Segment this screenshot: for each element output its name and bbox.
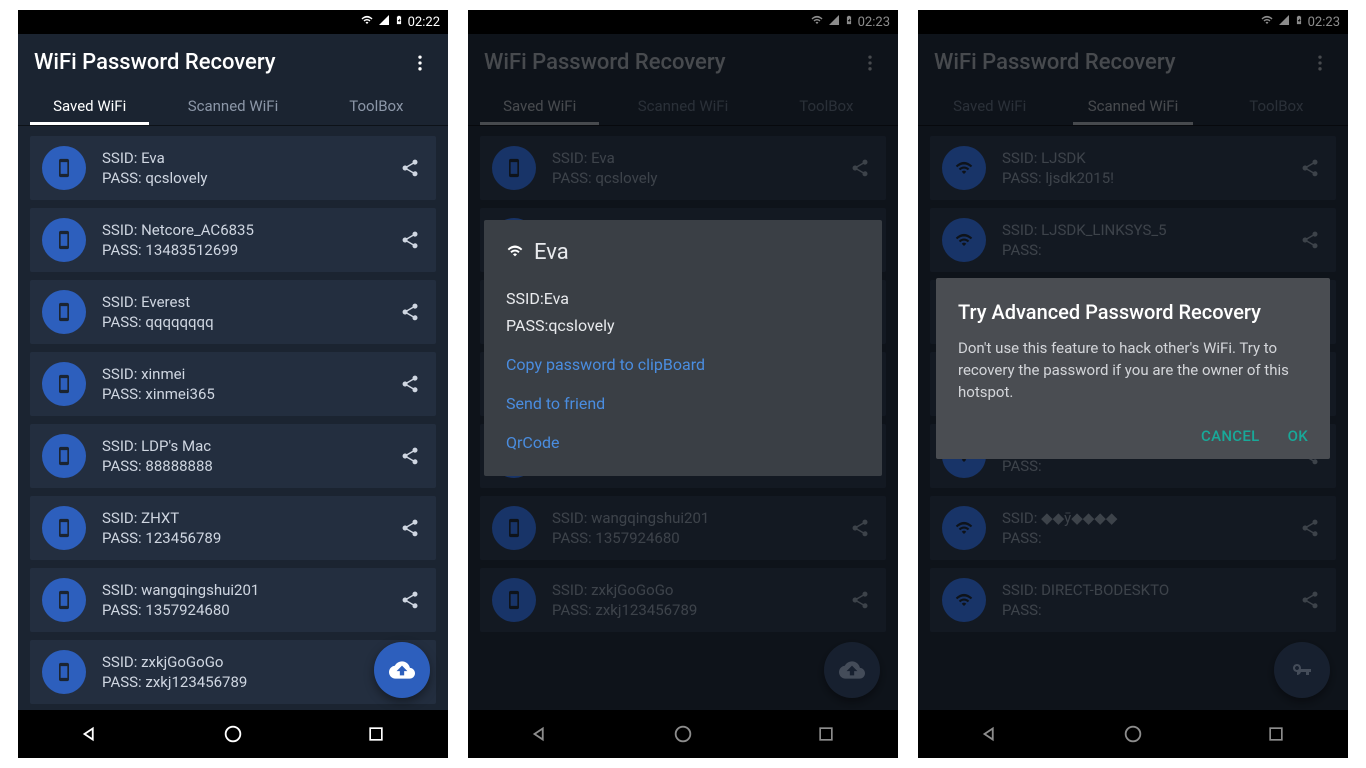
wifi-row-text: SSID: Eva PASS: qcslovely <box>102 149 380 187</box>
nav-home-button[interactable] <box>213 714 253 754</box>
share-button[interactable] <box>396 514 424 542</box>
overflow-menu-button[interactable] <box>408 51 432 75</box>
ssid-label: SSID: LDP's Mac <box>102 437 380 455</box>
nav-bar <box>18 710 448 758</box>
pass-label: PASS: zxkj123456789 <box>102 673 380 691</box>
phone-icon <box>42 362 86 406</box>
nav-recents-button[interactable] <box>356 714 396 754</box>
wifi-row[interactable]: SSID: wangqingshui201 PASS: 1357924680 <box>30 568 436 632</box>
wifi-list[interactable]: SSID: Eva PASS: qcslovely SSID: Netcore_AC… <box>18 126 448 710</box>
action-send-friend[interactable]: Send to friend <box>506 394 860 413</box>
sheet-ssid: SSID:Eva <box>506 289 860 308</box>
pass-label: PASS: 13483512699 <box>102 241 380 259</box>
wifi-row-text: SSID: ZHXT PASS: 123456789 <box>102 509 380 547</box>
wifi-row-text: SSID: Everest PASS: qqqqqqqq <box>102 293 380 331</box>
app-title: WiFi Password Recovery <box>34 50 276 75</box>
status-bar: 02:22 <box>18 10 448 34</box>
phone-icon <box>42 146 86 190</box>
wifi-row-text: SSID: LDP's Mac PASS: 88888888 <box>102 437 380 475</box>
dialog-body: Don't use this feature to hack other's W… <box>958 338 1308 403</box>
battery-charging-icon <box>394 13 404 31</box>
wifi-row[interactable]: SSID: Everest PASS: qqqqqqqq <box>30 280 436 344</box>
wifi-icon <box>506 240 524 265</box>
screen-scanned-dialog: 02:23 WiFi Password Recovery Saved WiFi … <box>918 10 1348 758</box>
wifi-row[interactable]: SSID: Eva PASS: qcslovely <box>30 136 436 200</box>
dialog-cancel-button[interactable]: CANCEL <box>1201 427 1260 445</box>
ssid-label: SSID: Everest <box>102 293 380 311</box>
phone-icon <box>42 650 86 694</box>
ssid-label: SSID: zxkjGoGoGo <box>102 653 380 671</box>
phone-icon <box>42 578 86 622</box>
pass-label: PASS: xinmei365 <box>102 385 380 403</box>
ssid-label: SSID: wangqingshui201 <box>102 581 380 599</box>
status-time: 02:22 <box>408 15 440 30</box>
nav-back-button[interactable] <box>70 714 110 754</box>
pass-label: PASS: qcslovely <box>102 169 380 187</box>
phone-icon <box>42 506 86 550</box>
share-button[interactable] <box>396 154 424 182</box>
wifi-detail-sheet: Eva SSID:Eva PASS:qcslovely Copy passwor… <box>484 220 882 476</box>
pass-label: PASS: 123456789 <box>102 529 380 547</box>
screen-share-sheet: 02:23 WiFi Password Recovery Saved WiFi … <box>468 10 898 758</box>
phone-icon <box>42 218 86 262</box>
pass-label: PASS: qqqqqqqq <box>102 313 380 331</box>
ssid-label: SSID: Netcore_AC6835 <box>102 221 380 239</box>
phone-icon <box>42 434 86 478</box>
ssid-label: SSID: xinmei <box>102 365 380 383</box>
dialog-ok-button[interactable]: OK <box>1288 427 1308 445</box>
sheet-title: Eva <box>506 240 860 265</box>
tab-bar: Saved WiFi Scanned WiFi ToolBox <box>18 85 448 126</box>
pass-label: PASS: 88888888 <box>102 457 380 475</box>
action-copy-clipboard[interactable]: Copy password to clipBoard <box>506 355 860 374</box>
wifi-row-text: SSID: Netcore_AC6835 PASS: 13483512699 <box>102 221 380 259</box>
wifi-row-text: SSID: wangqingshui201 PASS: 1357924680 <box>102 581 380 619</box>
wifi-row[interactable]: SSID: ZHXT PASS: 123456789 <box>30 496 436 560</box>
app-bar: WiFi Password Recovery <box>18 34 448 85</box>
dialog-title: Try Advanced Password Recovery <box>958 300 1308 324</box>
pass-label: PASS: 1357924680 <box>102 601 380 619</box>
sheet-pass: PASS:qcslovely <box>506 316 860 335</box>
phone-icon <box>42 290 86 334</box>
action-qrcode[interactable]: QrCode <box>506 433 860 452</box>
dialog-actions: CANCEL OK <box>958 427 1308 445</box>
wifi-icon <box>360 14 374 30</box>
recovery-dialog: Try Advanced Password Recovery Don't use… <box>936 278 1330 459</box>
tab-saved-wifi[interactable]: Saved WiFi <box>18 85 161 125</box>
tab-toolbox[interactable]: ToolBox <box>305 85 448 125</box>
screen-saved-wifi: 02:22 WiFi Password Recovery Saved WiFi … <box>18 10 448 758</box>
share-button[interactable] <box>396 370 424 398</box>
share-button[interactable] <box>396 442 424 470</box>
wifi-row-text: SSID: zxkjGoGoGo PASS: zxkj123456789 <box>102 653 380 691</box>
wifi-row-text: SSID: xinmei PASS: xinmei365 <box>102 365 380 403</box>
sheet-title-text: Eva <box>534 240 569 265</box>
wifi-row[interactable]: SSID: xinmei PASS: xinmei365 <box>30 352 436 416</box>
share-button[interactable] <box>396 586 424 614</box>
ssid-label: SSID: ZHXT <box>102 509 380 527</box>
share-button[interactable] <box>396 298 424 326</box>
wifi-row[interactable]: SSID: LDP's Mac PASS: 88888888 <box>30 424 436 488</box>
wifi-row[interactable]: SSID: Netcore_AC6835 PASS: 13483512699 <box>30 208 436 272</box>
signal-icon <box>378 14 390 30</box>
tab-scanned-wifi[interactable]: Scanned WiFi <box>161 85 304 125</box>
ssid-label: SSID: Eva <box>102 149 380 167</box>
fab-upload[interactable] <box>374 642 430 698</box>
share-button[interactable] <box>396 226 424 254</box>
